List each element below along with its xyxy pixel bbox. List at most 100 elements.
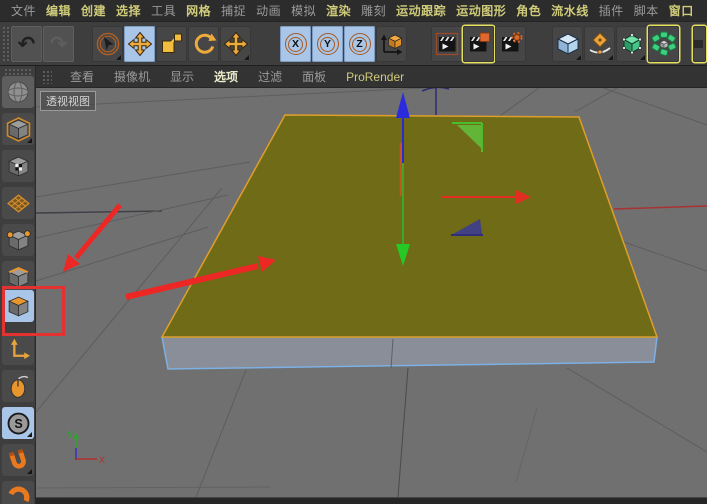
edges-mode-button[interactable] bbox=[2, 261, 34, 293]
hidden-partial-tool[interactable] bbox=[693, 26, 706, 62]
menu-item-edit[interactable]: 编辑 bbox=[41, 2, 76, 19]
live-selection-tool[interactable] bbox=[92, 26, 123, 62]
menu-item-select[interactable]: 选择 bbox=[111, 2, 146, 19]
redo-icon: ↷ bbox=[49, 32, 68, 56]
texture-mode-button[interactable] bbox=[2, 150, 34, 182]
gizmo-z-arrowhead[interactable] bbox=[396, 92, 410, 118]
undo-button[interactable]: ↶ bbox=[11, 26, 42, 62]
hud-y-label: Y bbox=[67, 430, 73, 440]
viewport-menu-prorender[interactable]: ProRender bbox=[336, 70, 414, 84]
viewport-menu-grip[interactable] bbox=[42, 69, 52, 84]
menu-item-mograph[interactable]: 运动图形 bbox=[451, 2, 511, 19]
undo-redo-group: ↶ ↷ bbox=[11, 26, 74, 62]
menu-item-sculpt[interactable]: 雕刻 bbox=[356, 2, 391, 19]
coordinate-system-icon bbox=[380, 34, 402, 55]
menu-item-snap[interactable]: 捕捉 bbox=[216, 2, 251, 19]
viewport-menu-filter[interactable]: 过滤 bbox=[248, 68, 292, 85]
redo-button[interactable]: ↷ bbox=[43, 26, 74, 62]
scale-tool[interactable] bbox=[156, 26, 187, 62]
move-icon bbox=[127, 31, 152, 57]
viewport-menu-display[interactable]: 显示 bbox=[160, 68, 204, 85]
primitive-cube-icon bbox=[556, 33, 579, 55]
plane-top-face[interactable] bbox=[160, 114, 659, 338]
make-editable-button[interactable] bbox=[2, 76, 34, 108]
coordinate-system-button[interactable] bbox=[376, 26, 407, 62]
menu-item-mesh[interactable]: 网格 bbox=[181, 2, 216, 19]
render-view-icon bbox=[435, 32, 458, 56]
world-x-axis-line bbox=[613, 205, 707, 210]
viewport-menu-cameras[interactable]: 摄像机 bbox=[104, 68, 160, 85]
object-tools-group bbox=[552, 26, 706, 62]
render-picture-viewer-icon bbox=[469, 32, 490, 52]
cloner-icon bbox=[651, 31, 676, 56]
plane-object[interactable] bbox=[160, 114, 659, 370]
rotate-tool[interactable] bbox=[188, 26, 219, 62]
menu-item-file[interactable]: 文件 bbox=[6, 2, 41, 19]
menu-item-script[interactable]: 脚本 bbox=[629, 2, 664, 19]
axis-lock-z-button[interactable]: Z bbox=[344, 26, 375, 62]
viewport-menu-panel[interactable]: 面板 bbox=[292, 68, 336, 85]
pen-spline-button[interactable] bbox=[584, 26, 615, 62]
render-view-button[interactable] bbox=[431, 26, 462, 62]
menu-item-window[interactable]: 窗口 bbox=[664, 2, 699, 19]
enable-snap-magnet-icon bbox=[8, 448, 26, 469]
viewport-solo-button[interactable] bbox=[2, 370, 34, 402]
snap-s-button[interactable]: S bbox=[2, 407, 34, 439]
render-to-picture-viewer-button[interactable] bbox=[463, 26, 494, 62]
axis-hud: Y X bbox=[67, 430, 105, 465]
model-mode-button[interactable] bbox=[2, 113, 34, 145]
make-editable-icon bbox=[7, 81, 29, 103]
recent-tool[interactable] bbox=[220, 26, 251, 62]
axis-lock-group: X Y Z bbox=[280, 26, 407, 62]
plane-front-face[interactable] bbox=[162, 337, 657, 369]
world-z-axis-line bbox=[421, 88, 450, 115]
viewport-menu-options[interactable]: 选项 bbox=[204, 68, 248, 85]
workplane-mode-button[interactable] bbox=[2, 187, 34, 219]
axis-lock-x-button[interactable]: X bbox=[280, 26, 311, 62]
viewport-solo-mouse-icon bbox=[10, 375, 28, 398]
polygons-mode-button[interactable] bbox=[2, 290, 34, 322]
hud-x-label: X bbox=[99, 455, 105, 465]
edges-mode-icon bbox=[7, 266, 29, 288]
menu-item-pipeline[interactable]: 流水线 bbox=[546, 2, 594, 19]
mode-sidebar: S bbox=[0, 66, 36, 504]
toolbar-grip[interactable] bbox=[2, 26, 10, 62]
partial-bottom-icon bbox=[8, 486, 29, 502]
view-label[interactable]: 透视视图 bbox=[40, 91, 96, 111]
enable-axis-button[interactable] bbox=[2, 333, 34, 365]
primitive-cube-button[interactable] bbox=[552, 26, 583, 62]
move-tool[interactable] bbox=[124, 26, 155, 62]
enable-snap-button[interactable] bbox=[2, 444, 34, 476]
scale-icon bbox=[161, 33, 182, 53]
main-toolbar: ↶ ↷ X Y Z bbox=[0, 22, 707, 66]
subdivision-surface-icon bbox=[622, 33, 641, 54]
viewport-menu-bar: 查看 摄像机 显示 选项 过滤 面板 ProRender bbox=[36, 66, 707, 88]
menu-item-character[interactable]: 角色 bbox=[511, 2, 546, 19]
viewport-menu-view[interactable]: 查看 bbox=[60, 68, 104, 85]
snap-s-label: S bbox=[14, 416, 22, 430]
menu-item-tools[interactable]: 工具 bbox=[146, 2, 181, 19]
y-ring-icon: Y bbox=[316, 33, 339, 55]
points-mode-button[interactable] bbox=[2, 224, 34, 256]
subdivision-surface-button[interactable] bbox=[616, 26, 647, 62]
hidden-partial-icon bbox=[694, 40, 703, 48]
viewport-scene[interactable]: Y X bbox=[36, 88, 707, 497]
axis-x-label: X bbox=[291, 38, 299, 50]
pen-spline-icon bbox=[589, 32, 611, 55]
partial-bottom-tool[interactable] bbox=[2, 481, 34, 504]
axis-lock-y-button[interactable]: Y bbox=[312, 26, 343, 62]
model-mode-icon bbox=[6, 116, 30, 142]
texture-mode-icon bbox=[7, 156, 29, 177]
menu-item-animate[interactable]: 动画 bbox=[251, 2, 286, 19]
menu-item-create[interactable]: 创建 bbox=[76, 2, 111, 19]
live-selection-icon bbox=[96, 32, 119, 56]
edit-render-settings-button[interactable] bbox=[495, 26, 526, 62]
menu-item-render[interactable]: 渲染 bbox=[321, 2, 356, 19]
menu-item-motion-tracker[interactable]: 运动跟踪 bbox=[391, 2, 451, 19]
render-group bbox=[431, 26, 526, 62]
x-ring-icon: X bbox=[284, 33, 307, 55]
axis-z-label: Z bbox=[356, 38, 363, 50]
menu-item-plugins[interactable]: 插件 bbox=[594, 2, 629, 19]
cloner-button[interactable] bbox=[648, 26, 679, 62]
menu-item-simulate[interactable]: 模拟 bbox=[286, 2, 321, 19]
